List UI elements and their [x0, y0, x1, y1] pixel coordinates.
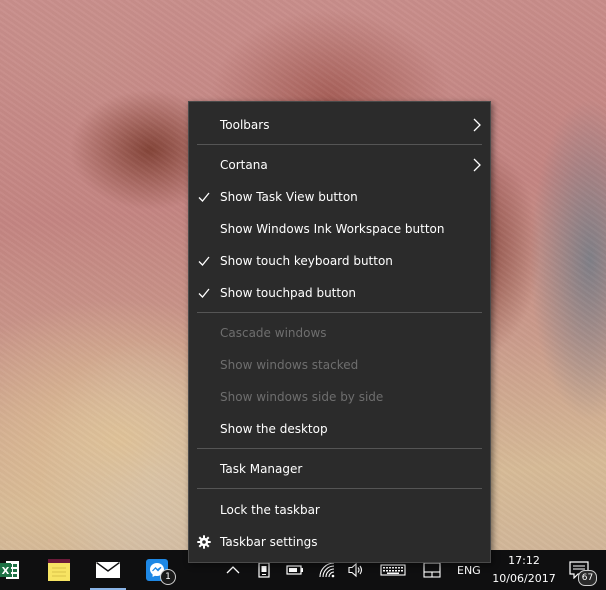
- menu-item-show-touchpad-button[interactable]: Show touchpad button: [189, 278, 490, 308]
- menu-item-show-windows-side-by-side: Show windows side by side: [189, 382, 490, 412]
- gear-icon: [197, 535, 211, 549]
- taskbar-app-excel[interactable]: X: [0, 550, 24, 590]
- sticky-notes-icon: [48, 559, 70, 581]
- menu-item-label: Show Windows Ink Workspace button: [220, 222, 445, 236]
- menu-item-label: Show the desktop: [220, 422, 328, 436]
- menu-item-label: Cortana: [220, 158, 268, 172]
- menu-item-lock-the-taskbar[interactable]: Lock the taskbar: [189, 495, 490, 525]
- menu-item-toolbars[interactable]: Toolbars: [189, 110, 490, 140]
- wifi-icon[interactable]: [318, 562, 336, 578]
- notification-badge: 1: [160, 569, 176, 585]
- checkmark-icon: [198, 192, 210, 202]
- action-center-button[interactable]: 67: [566, 558, 600, 586]
- volume-icon[interactable]: [347, 562, 365, 578]
- menu-item-label: Toolbars: [220, 118, 270, 132]
- menu-item-label: Show touchpad button: [220, 286, 357, 300]
- taskbar-app-sticky-notes[interactable]: [44, 550, 74, 590]
- taskbar-context-menu: Toolbars Cortana Show Task View button S…: [188, 101, 491, 563]
- menu-item-label: Show Task View button: [220, 190, 358, 204]
- checkmark-icon: [198, 288, 210, 298]
- device-icon[interactable]: [255, 562, 273, 578]
- menu-item-show-task-view-button[interactable]: Show Task View button: [189, 182, 490, 212]
- menu-separator: [197, 312, 482, 313]
- menu-item-task-manager[interactable]: Task Manager: [189, 454, 490, 484]
- notification-count-badge: 67: [578, 570, 597, 586]
- chevron-up-icon[interactable]: [224, 562, 242, 578]
- menu-item-label: Lock the taskbar: [220, 503, 320, 517]
- taskbar-app-mail[interactable]: [88, 550, 128, 590]
- menu-separator: [197, 488, 482, 489]
- mail-icon: [96, 562, 120, 578]
- clock-time: 17:12: [508, 554, 540, 567]
- badge-count: 1: [165, 572, 171, 582]
- menu-separator: [197, 144, 482, 145]
- menu-item-show-windows-stacked: Show windows stacked: [189, 350, 490, 380]
- checkmark-icon: [198, 256, 210, 266]
- excel-icon: X: [0, 561, 19, 579]
- excel-letter: X: [2, 566, 10, 577]
- menu-item-show-touch-keyboard-button[interactable]: Show touch keyboard button: [189, 246, 490, 276]
- menu-item-label: Task Manager: [220, 462, 303, 476]
- menu-item-cortana[interactable]: Cortana: [189, 150, 490, 180]
- menu-item-taskbar-settings[interactable]: Taskbar settings: [189, 527, 490, 557]
- menu-item-label: Taskbar settings: [220, 535, 318, 549]
- chevron-right-icon: [473, 118, 481, 132]
- menu-item-show-windows-ink-workspace-button[interactable]: Show Windows Ink Workspace button: [189, 214, 490, 244]
- clock-date: 10/06/2017: [492, 572, 556, 585]
- menu-separator: [197, 448, 482, 449]
- menu-item-label: Cascade windows: [220, 326, 327, 340]
- language-indicator[interactable]: ENG: [457, 564, 481, 577]
- touchpad-icon[interactable]: [423, 562, 441, 578]
- menu-item-cascade-windows: Cascade windows: [189, 318, 490, 348]
- taskbar-app-messenger[interactable]: 1: [140, 550, 180, 590]
- touch-keyboard-icon[interactable]: [380, 562, 406, 578]
- menu-item-label: Show windows side by side: [220, 390, 384, 404]
- clock[interactable]: 17:12 10/06/2017: [492, 554, 556, 588]
- menu-item-show-the-desktop[interactable]: Show the desktop: [189, 414, 490, 444]
- chevron-right-icon: [473, 158, 481, 172]
- menu-item-label: Show touch keyboard button: [220, 254, 393, 268]
- notification-count: 67: [581, 573, 594, 583]
- menu-item-label: Show windows stacked: [220, 358, 359, 372]
- battery-icon[interactable]: [286, 562, 304, 578]
